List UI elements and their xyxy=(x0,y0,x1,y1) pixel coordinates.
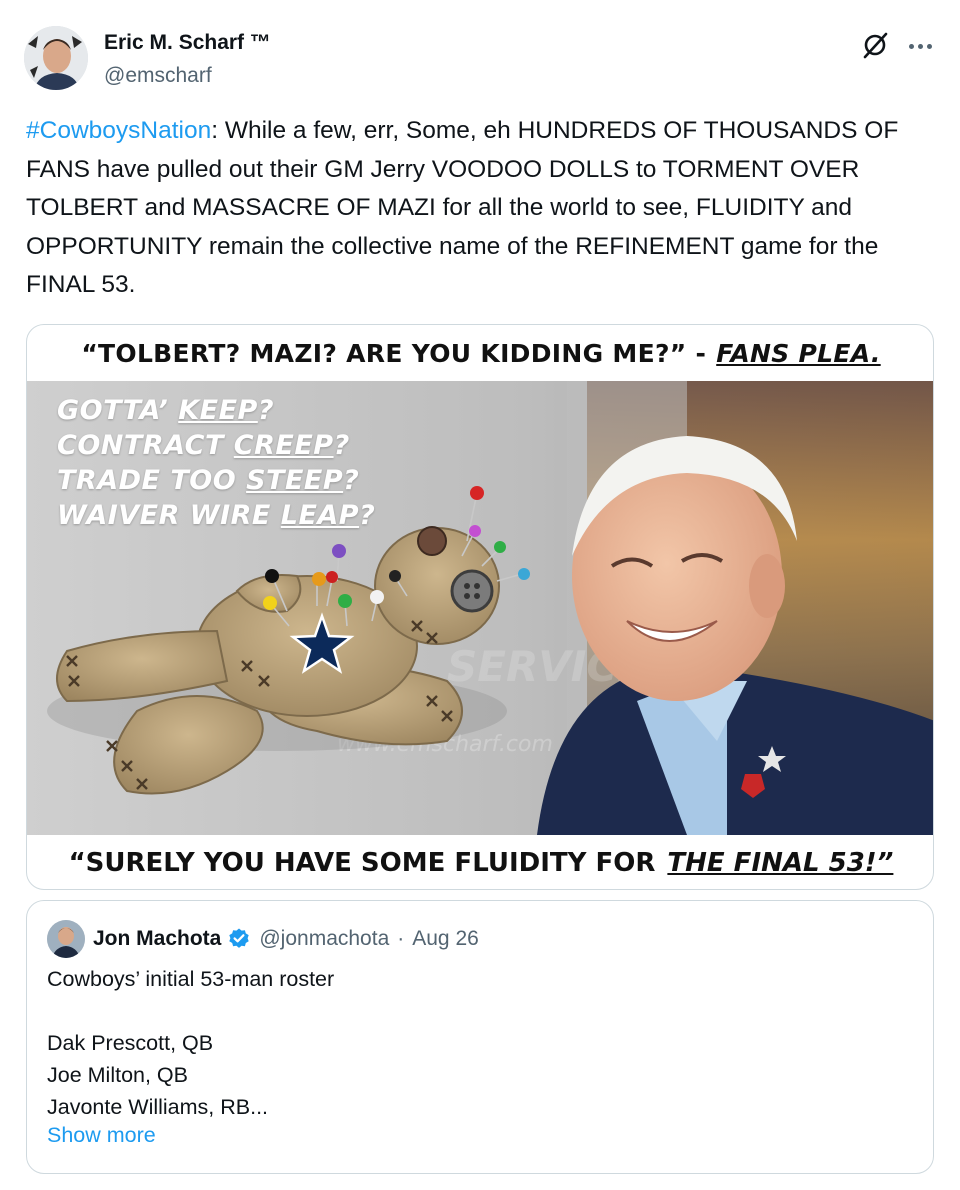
tagline-2: CONTRACT CREEP? xyxy=(57,430,350,461)
media-bottom-caption-emphasis: THE FINAL 53!” xyxy=(667,848,894,878)
quoted-author-name: Jon Machota xyxy=(93,927,222,950)
tweet-text: #CowboysNation: While a few, err, Some, … xyxy=(26,112,926,305)
quoted-line: Joe Milton, QB xyxy=(47,1063,188,1087)
author-display-name[interactable]: Eric M. Scharf ™ xyxy=(104,30,271,56)
media-bottom-caption: “SURELY YOU HAVE SOME FLUIDITY FOR THE F… xyxy=(27,835,933,889)
quoted-date[interactable]: Aug 26 xyxy=(412,927,479,951)
grok-icon[interactable] xyxy=(860,30,890,60)
author-avatar[interactable] xyxy=(24,26,88,90)
show-more-link[interactable]: Show more xyxy=(47,1123,156,1148)
author-handle[interactable]: @emscharf xyxy=(104,62,271,90)
tweet-header: Eric M. Scharf ™ @emscharf xyxy=(24,26,936,92)
quoted-tweet-text: Cowboys’ initial 53-man roster Dak Presc… xyxy=(47,963,907,1123)
tweet-body: : While a few, err, Some, eh HUNDREDS OF… xyxy=(26,117,899,298)
media-top-caption-text: “TOLBERT? MAZI? ARE YOU KIDDING ME?” - xyxy=(81,338,707,368)
verified-badge-icon xyxy=(227,927,251,951)
quoted-line: Javonte Williams, RB... xyxy=(47,1095,269,1119)
quoted-line: Dak Prescott, QB xyxy=(47,1031,214,1055)
media-taglines: GOTTA’ KEEP? CONTRACT CREEP? TRADE TOO S… xyxy=(57,393,375,533)
tagline-4: WAIVER WIRE LEAP? xyxy=(57,500,376,531)
quoted-tweet-header: Jon Machota @jonmachota · Aug 26 xyxy=(47,919,479,959)
quoted-author-handle: @jonmachota xyxy=(259,927,390,950)
media-bottom-caption-text: “SURELY YOU HAVE SOME FLUIDITY FOR xyxy=(68,848,656,878)
quoted-line xyxy=(47,995,907,1027)
media-top-caption: “TOLBERT? MAZI? ARE YOU KIDDING ME?” - F… xyxy=(27,325,933,381)
quoted-separator: · xyxy=(397,927,405,950)
tagline-1: GOTTA’ KEEP? xyxy=(57,395,274,426)
tweet-media[interactable]: “TOLBERT? MAZI? ARE YOU KIDDING ME?” - F… xyxy=(26,324,934,890)
quoted-tweet[interactable]: Jon Machota @jonmachota · Aug 26 Cowboys… xyxy=(26,900,934,1174)
tagline-3: TRADE TOO STEEP? xyxy=(57,465,360,496)
media-image: SERVICES www.emscharf.com GOTTA’ KEEP? C… xyxy=(27,381,933,835)
quoted-author-avatar xyxy=(47,920,85,958)
hashtag-link[interactable]: #CowboysNation xyxy=(26,117,211,144)
quoted-line: Cowboys’ initial 53-man roster xyxy=(47,967,335,991)
more-icon[interactable] xyxy=(904,32,936,60)
media-top-caption-emphasis: FANS PLEA. xyxy=(716,338,881,368)
